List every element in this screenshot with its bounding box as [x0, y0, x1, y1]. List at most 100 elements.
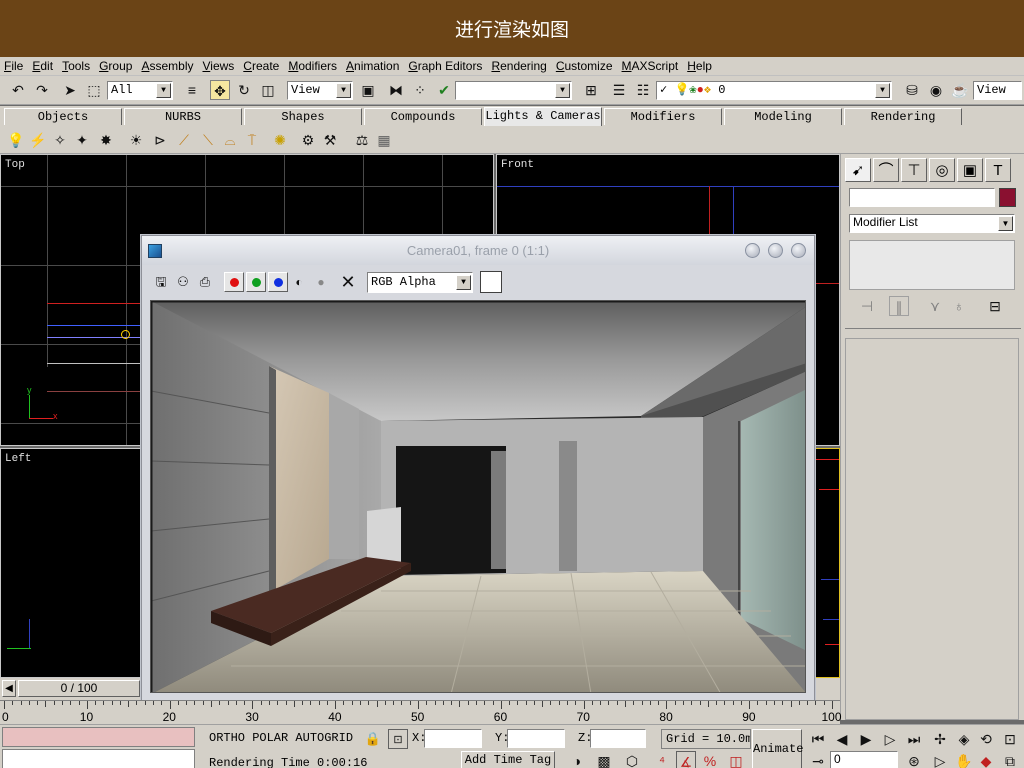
object-color-swatch[interactable] [999, 188, 1016, 207]
snap-toggles[interactable]: ORTHO POLAR AUTOGRID [209, 731, 353, 745]
camera-match-icon[interactable]: ⚙ [298, 130, 318, 150]
menu-item-graph-editors[interactable]: Graph Editors [408, 59, 482, 73]
menu-item-views[interactable]: Views [202, 59, 234, 73]
pixel-color-swatch[interactable] [480, 271, 502, 293]
utilities-tab-icon[interactable]: T [985, 158, 1011, 182]
tab-rendering[interactable]: Rendering [844, 108, 962, 125]
degrade-override-icon[interactable]: ▩ [594, 751, 614, 768]
photometric-icon[interactable]: ⌓ [220, 130, 240, 150]
walkthrough-icon[interactable]: ◆ [976, 751, 996, 768]
undo-icon[interactable]: ↶ [8, 80, 28, 100]
camera-point-icon[interactable]: ⚒ [320, 130, 340, 150]
menu-item-tools[interactable]: Tools [62, 59, 90, 73]
tab-modeling[interactable]: Modeling [724, 108, 842, 125]
viewport-label-front[interactable]: Front [501, 159, 534, 171]
timeline-ruler[interactable]: 0 10 20 30 40 50 60 70 80 90 100 [0, 700, 842, 724]
create-tab-icon[interactable]: ➹ [845, 158, 871, 182]
sun-icon[interactable]: ⍑ [242, 130, 262, 150]
render-scene-icon[interactable]: ☕ [950, 80, 970, 100]
time-slider[interactable]: 0 / 100 [18, 680, 140, 697]
named-selection-dropdown[interactable]: ▼ [455, 81, 572, 100]
tab-compounds[interactable]: Compounds [364, 108, 482, 125]
go-to-end-icon[interactable]: ⏭ [904, 729, 924, 749]
free-spot-icon[interactable]: ✧ [50, 130, 70, 150]
align-icon[interactable]: ✔ [434, 80, 454, 100]
animate-button[interactable]: Animate [752, 729, 803, 768]
maxscript-listener-field[interactable] [2, 749, 195, 768]
clone-icon[interactable]: ⚇ [173, 272, 193, 292]
modify-tab-icon[interactable]: ⌒ [873, 158, 899, 182]
blue-channel-button[interactable] [268, 272, 288, 292]
hand-pan-icon[interactable]: ✋ [954, 751, 974, 768]
red-channel-button[interactable] [224, 272, 244, 292]
angle-snap-icon[interactable]: ∡ [676, 751, 696, 768]
x-coordinate-field[interactable] [424, 729, 482, 748]
menu-item-modifiers[interactable]: Modifiers [288, 59, 337, 73]
close-icon[interactable] [791, 243, 806, 258]
green-channel-button[interactable] [246, 272, 266, 292]
tab-objects[interactable]: Objects [4, 108, 122, 125]
field-of-view-icon[interactable]: ▷ [930, 751, 950, 768]
free-camera-icon[interactable]: ⟋ [174, 130, 194, 150]
render-window-titlebar[interactable]: Camera01, frame 0 (1:1) [142, 236, 814, 265]
target-camera-icon[interactable]: ⊳ [150, 130, 170, 150]
sunlight-icon[interactable]: ✺ [270, 130, 290, 150]
mirror-icon[interactable]: ⧓ [386, 80, 406, 100]
maximize-icon[interactable] [768, 243, 783, 258]
layer-dropdown[interactable]: ✓ 💡❀●❖ 0 ▼ [656, 81, 892, 100]
move-icon[interactable]: ✥ [210, 80, 230, 100]
add-time-tag-button[interactable]: Add Time Tag [461, 751, 555, 768]
light-lister-icon[interactable]: ⚖ [352, 130, 372, 150]
select-arrow-icon[interactable]: ➤ [60, 80, 80, 100]
cube-icon[interactable]: ⬡ [622, 751, 642, 768]
play-icon[interactable]: ▶ [856, 729, 876, 749]
menu-item-customize[interactable]: Customize [556, 59, 613, 73]
object-name-field[interactable] [849, 188, 995, 207]
tab-modifiers[interactable]: Modifiers [604, 108, 722, 125]
clear-icon[interactable]: ✕ [338, 272, 358, 292]
menu-item-file[interactable]: File [4, 59, 23, 73]
render-type-dropdown[interactable]: View [973, 81, 1022, 100]
display-tab-icon[interactable]: ▣ [957, 158, 983, 182]
z-coordinate-field[interactable] [590, 729, 646, 748]
target-spot-icon[interactable]: ⚡ [28, 130, 48, 150]
rotate-icon[interactable]: ↻ [234, 80, 254, 100]
motion-tab-icon[interactable]: ◎ [929, 158, 955, 182]
modifier-list-dropdown[interactable]: Modifier List ▼ [849, 214, 1015, 233]
lock-icon[interactable]: 🔒 [363, 729, 383, 749]
menu-item-rendering[interactable]: Rendering [491, 59, 546, 73]
select-by-name-icon[interactable]: ≡ [182, 80, 202, 100]
skylight-icon[interactable]: ☀ [126, 130, 146, 150]
key-mode-icon[interactable]: ⊸ [808, 751, 828, 768]
next-frame-icon[interactable]: ▷ [880, 729, 900, 749]
alpha-channel-icon[interactable]: ◐ [289, 272, 309, 292]
menu-item-edit[interactable]: Edit [32, 59, 53, 73]
viewport-label-top[interactable]: Top [5, 159, 25, 171]
show-end-result-icon[interactable]: ∥ [889, 296, 909, 316]
menu-item-create[interactable]: Create [243, 59, 279, 73]
scale-icon[interactable]: ◫ [258, 80, 278, 100]
current-frame-field[interactable]: 0 [830, 751, 898, 768]
min-max-toggle-icon[interactable]: ⧉ [1000, 751, 1020, 768]
pivot-icon[interactable]: ▣ [358, 80, 378, 100]
menu-item-maxscript[interactable]: MAXScript [622, 59, 679, 73]
tab-lights-cameras[interactable]: Lights & Cameras [484, 107, 602, 126]
selection-filter-dropdown[interactable]: All ▼ [107, 81, 173, 100]
sphere-icon[interactable]: ◑ [567, 751, 587, 768]
chevron-left-icon[interactable]: ◀ [2, 680, 16, 697]
orbit-icon[interactable]: ◈ [954, 729, 974, 749]
print-icon[interactable]: ⎙ [195, 272, 215, 292]
tab-shapes[interactable]: Shapes [244, 108, 362, 125]
menu-item-help[interactable]: Help [687, 59, 712, 73]
layer-list-icon[interactable]: ☷ [633, 80, 653, 100]
array-icon[interactable]: ⁘ [410, 80, 430, 100]
spinner-snap-icon[interactable]: ◫ [726, 751, 746, 768]
percent-snap-icon[interactable]: % [700, 751, 720, 768]
absolute-mode-icon[interactable]: ⊡ [388, 729, 408, 749]
viewport-label-left[interactable]: Left [5, 453, 31, 465]
modifier-stack[interactable] [849, 240, 1015, 290]
remove-modifier-icon[interactable]: ♁ [949, 296, 969, 316]
redo-icon[interactable]: ↷ [32, 80, 52, 100]
free-direct-icon[interactable]: ✸ [96, 130, 116, 150]
monochrome-icon[interactable]: ● [311, 272, 331, 292]
